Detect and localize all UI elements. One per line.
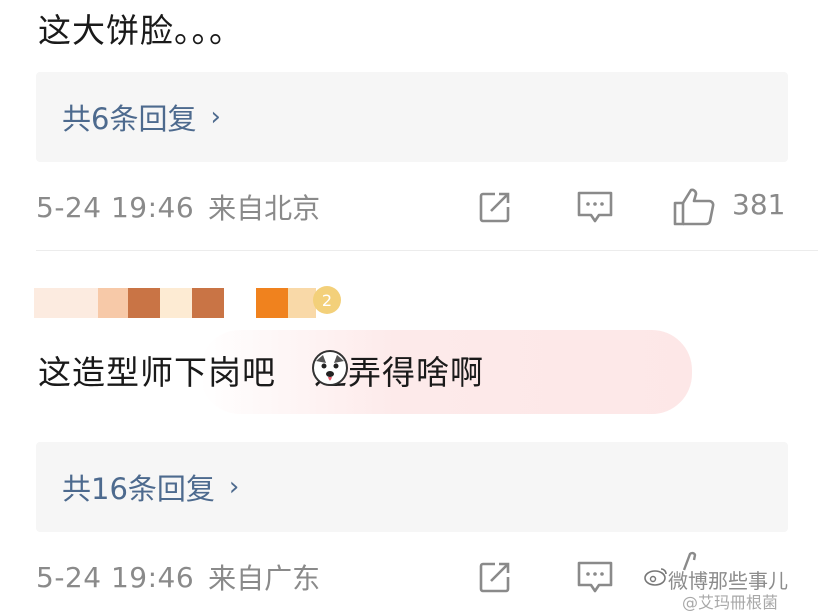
comment-timestamp: 5-24 19:46 [36,560,195,594]
comment-icon[interactable] [575,559,615,595]
watermark-handle: @艾玛冊根菌 [682,593,779,612]
username-blurred-segment [192,288,224,318]
dog-face-emoji-icon [312,350,348,386]
level-badge: 2 [313,286,341,314]
comment-text: 这造型师下岗吧 这弄得啥啊 [38,346,484,394]
username-blurred-segment [160,288,192,318]
username-blurred-segment [98,288,128,318]
share-icon[interactable] [477,559,513,595]
comment-timestamp: 5-24 19:46 [36,190,195,224]
comment-text: 这大饼脸。。。 [38,11,243,50]
comment-location: 来自北京 [208,192,321,225]
view-replies-button[interactable]: 共16条回复 › [36,442,788,532]
comment-location: 来自广东 [208,562,321,595]
divider [36,250,818,251]
username-blurred-segment [256,288,288,318]
view-replies-button[interactable]: 共6条回复 › [36,72,788,162]
username-blurred-segment [128,288,160,318]
like-count: 381 [732,188,786,221]
replies-count-label: 共16条回复 [62,472,215,506]
share-icon[interactable] [477,189,513,225]
username-blurred [34,288,98,318]
replies-count-label: 共6条回复 [62,102,197,136]
weibo-logo-icon [644,568,667,586]
chevron-right-icon: › [210,102,221,132]
username-blurred-segment [288,288,316,318]
comment-icon[interactable] [575,189,615,225]
thumbs-up-icon[interactable] [672,187,716,227]
chevron-right-icon: › [228,472,240,502]
comment-text-part: 这造型师下岗吧 [38,353,276,392]
